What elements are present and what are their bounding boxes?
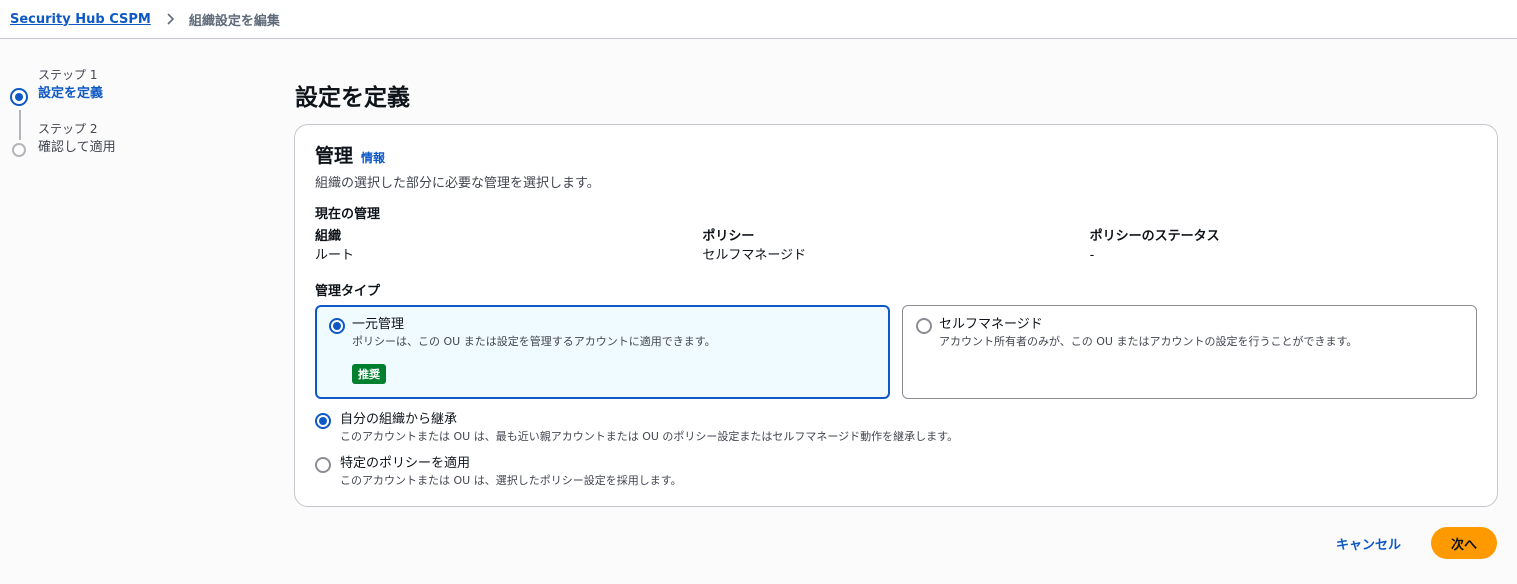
option-label: 特定のポリシーを適用: [340, 456, 471, 471]
governance-type-tiles: 一元管理 ポリシーは、この OU または設定を管理するアカウントに適用できます。…: [315, 305, 1477, 399]
tile-description: ポリシーは、この OU または設定を管理するアカウントに適用できます。: [352, 335, 716, 348]
radio-checked-icon[interactable]: [315, 413, 331, 429]
radio-checked-icon[interactable]: [329, 318, 345, 334]
tile-label: セルフマネージド: [939, 317, 1043, 332]
info-link[interactable]: 情報: [361, 149, 385, 166]
radio-unchecked-icon[interactable]: [315, 457, 331, 473]
card-description: 組織の選択した部分に必要な管理を選択します。: [315, 176, 600, 191]
option-inherit[interactable]: 自分の組織から継承 このアカウントまたは OU は、最も近い親アカウントまたは …: [315, 411, 1477, 445]
breadcrumb-root-link[interactable]: Security Hub CSPM: [10, 12, 151, 27]
wizard-stepper: ステップ 1 設定を定義 ステップ 2 確認して適用: [10, 66, 250, 158]
kv-policy-status: ポリシーのステータス -: [1090, 228, 1477, 266]
card-title: 管理: [315, 145, 354, 167]
current-governance-values: 組織 ルート ポリシー セルフマネージド ポリシーのステータス -: [315, 228, 1477, 266]
kv-value: ルート: [315, 248, 355, 263]
option-apply-policy[interactable]: 特定のポリシーを適用 このアカウントまたは OU は、選択したポリシー設定を採用…: [315, 455, 1477, 489]
breadcrumb-current: 組織設定を編集: [188, 13, 280, 29]
step-active-icon: [10, 88, 28, 106]
kv-key: ポリシー: [702, 229, 755, 244]
kv-policy: ポリシー セルフマネージド: [702, 228, 1089, 266]
governance-card: 管理 情報 組織の選択した部分に必要な管理を選択します。 現在の管理 組織 ルー…: [294, 124, 1498, 507]
option-label: 自分の組織から継承: [340, 412, 458, 427]
kv-organization: 組織 ルート: [315, 228, 702, 266]
tile-label: 一元管理: [352, 317, 405, 332]
tile-central-management[interactable]: 一元管理 ポリシーは、この OU または設定を管理するアカウントに適用できます。…: [315, 305, 890, 399]
radio-unchecked-icon[interactable]: [916, 318, 932, 334]
cancel-button[interactable]: キャンセル: [1336, 534, 1401, 553]
step-1-number: ステップ 1: [38, 68, 98, 82]
step-1-title[interactable]: 設定を定義: [38, 84, 250, 104]
option-description: このアカウントまたは OU は、選択したポリシー設定を採用します。: [340, 474, 682, 487]
governance-type-label: 管理タイプ: [315, 284, 381, 299]
chevron-right-icon: [167, 13, 174, 25]
tile-self-managed[interactable]: セルフマネージド アカウント所有者のみが、この OU またはアカウントの設定を行…: [902, 305, 1477, 399]
recommended-badge: 推奨: [352, 364, 386, 384]
option-description: このアカウントまたは OU は、最も近い親アカウントまたは OU のポリシー設定…: [340, 430, 959, 443]
step-2-title: 確認して適用: [38, 140, 116, 155]
kv-key: 組織: [315, 229, 342, 244]
kv-key: ポリシーのステータス: [1089, 229, 1220, 244]
step-1: ステップ 1 設定を定義: [10, 66, 250, 140]
kv-value: セルフマネージド: [702, 248, 807, 263]
step-2-number: ステップ 2: [38, 122, 98, 136]
next-button[interactable]: 次へ: [1430, 527, 1497, 559]
step-inactive-icon: [12, 143, 26, 157]
page-title: 設定を定義: [295, 85, 410, 111]
policy-option-list: 自分の組織から継承 このアカウントまたは OU は、最も近い親アカウントまたは …: [315, 411, 1477, 489]
footer-actions: キャンセル 次へ: [1336, 527, 1497, 559]
step-2: ステップ 2 確認して適用: [10, 120, 250, 158]
kv-value: -: [1089, 248, 1095, 263]
breadcrumb: Security Hub CSPM 組織設定を編集: [0, 0, 1517, 39]
tile-description: アカウント所有者のみが、この OU またはアカウントの設定を行うことができます。: [939, 335, 1358, 348]
current-governance-label: 現在の管理: [315, 207, 381, 222]
card-header: 管理 情報: [315, 141, 1477, 168]
